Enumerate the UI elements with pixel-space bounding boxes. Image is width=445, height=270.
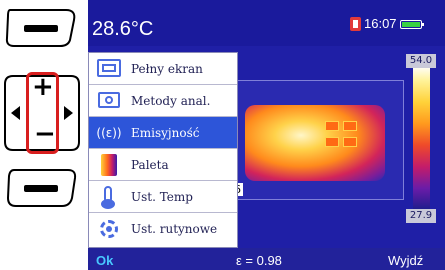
ok-softkey[interactable]: Ok xyxy=(96,253,113,268)
center-temperature: 28.6°C xyxy=(92,18,154,40)
menu-item-analysis[interactable]: Metody anal. xyxy=(89,85,237,117)
gear-icon xyxy=(95,216,123,242)
battery-icon xyxy=(400,20,424,29)
bottom-bar: Ok ε = 0.98 Wyjdź xyxy=(88,248,445,270)
scale-min-value: 27.9 xyxy=(406,209,436,223)
hw-left-bottom-button[interactable] xyxy=(4,166,80,210)
settings-menu: Pełny ekran Metody anal. ((ε)) Emisyjnoś… xyxy=(88,52,238,248)
menu-item-label: Pełny ekran xyxy=(131,61,203,76)
status-bar: 28.6°C 16:07 xyxy=(88,0,445,46)
analysis-icon xyxy=(95,88,123,114)
menu-item-temp-settings[interactable]: Ust. Temp xyxy=(89,181,237,213)
menu-item-label: Ust. Temp xyxy=(131,189,193,204)
minus-icon xyxy=(24,185,58,192)
sd-card-icon xyxy=(350,17,361,31)
color-scale-bar xyxy=(413,66,430,210)
thermal-image xyxy=(228,80,404,200)
menu-item-palette[interactable]: Paleta xyxy=(89,149,237,181)
arrow-left-icon[interactable] xyxy=(11,106,20,120)
hot-spot xyxy=(325,121,339,131)
hw-left-top-button[interactable] xyxy=(4,6,80,50)
hot-spot xyxy=(325,137,339,147)
menu-item-fullscreen[interactable]: Pełny ekran xyxy=(89,53,237,85)
emissivity-value: ε = 0.98 xyxy=(236,253,282,268)
camera-screen: 28.6°C 16:07 6 54.0 27.9 Pełny ekran Met… xyxy=(88,0,445,270)
emissivity-icon: ((ε)) xyxy=(96,125,122,140)
menu-item-label: Paleta xyxy=(131,157,169,172)
plus-icon[interactable]: + xyxy=(32,74,54,100)
arrow-right-icon[interactable] xyxy=(64,106,73,120)
hot-spot xyxy=(343,121,357,131)
menu-item-label: Emisyjność xyxy=(131,125,200,140)
hw-minus-button-top-shape xyxy=(5,9,76,47)
scale-max-value: 54.0 xyxy=(406,54,436,68)
menu-item-label: Metody anal. xyxy=(131,93,211,108)
thermometer-icon xyxy=(95,184,123,210)
menu-item-label: Ust. rutynowe xyxy=(131,222,218,236)
menu-item-emissivity[interactable]: ((ε)) Emisyjność xyxy=(89,117,237,149)
hw-dpad[interactable]: + − xyxy=(3,72,81,154)
menu-item-routine-settings[interactable]: Ust. rutynowe xyxy=(89,213,237,245)
hw-minus-button-bottom-shape xyxy=(6,169,77,207)
heat-region xyxy=(245,105,385,181)
minus-icon[interactable]: − xyxy=(34,121,56,147)
fullscreen-icon xyxy=(95,56,123,82)
minus-icon xyxy=(24,25,58,32)
clock: 16:07 xyxy=(364,16,397,31)
hot-spot xyxy=(343,137,357,147)
exit-softkey[interactable]: Wyjdź xyxy=(388,253,423,268)
palette-icon xyxy=(95,152,123,178)
